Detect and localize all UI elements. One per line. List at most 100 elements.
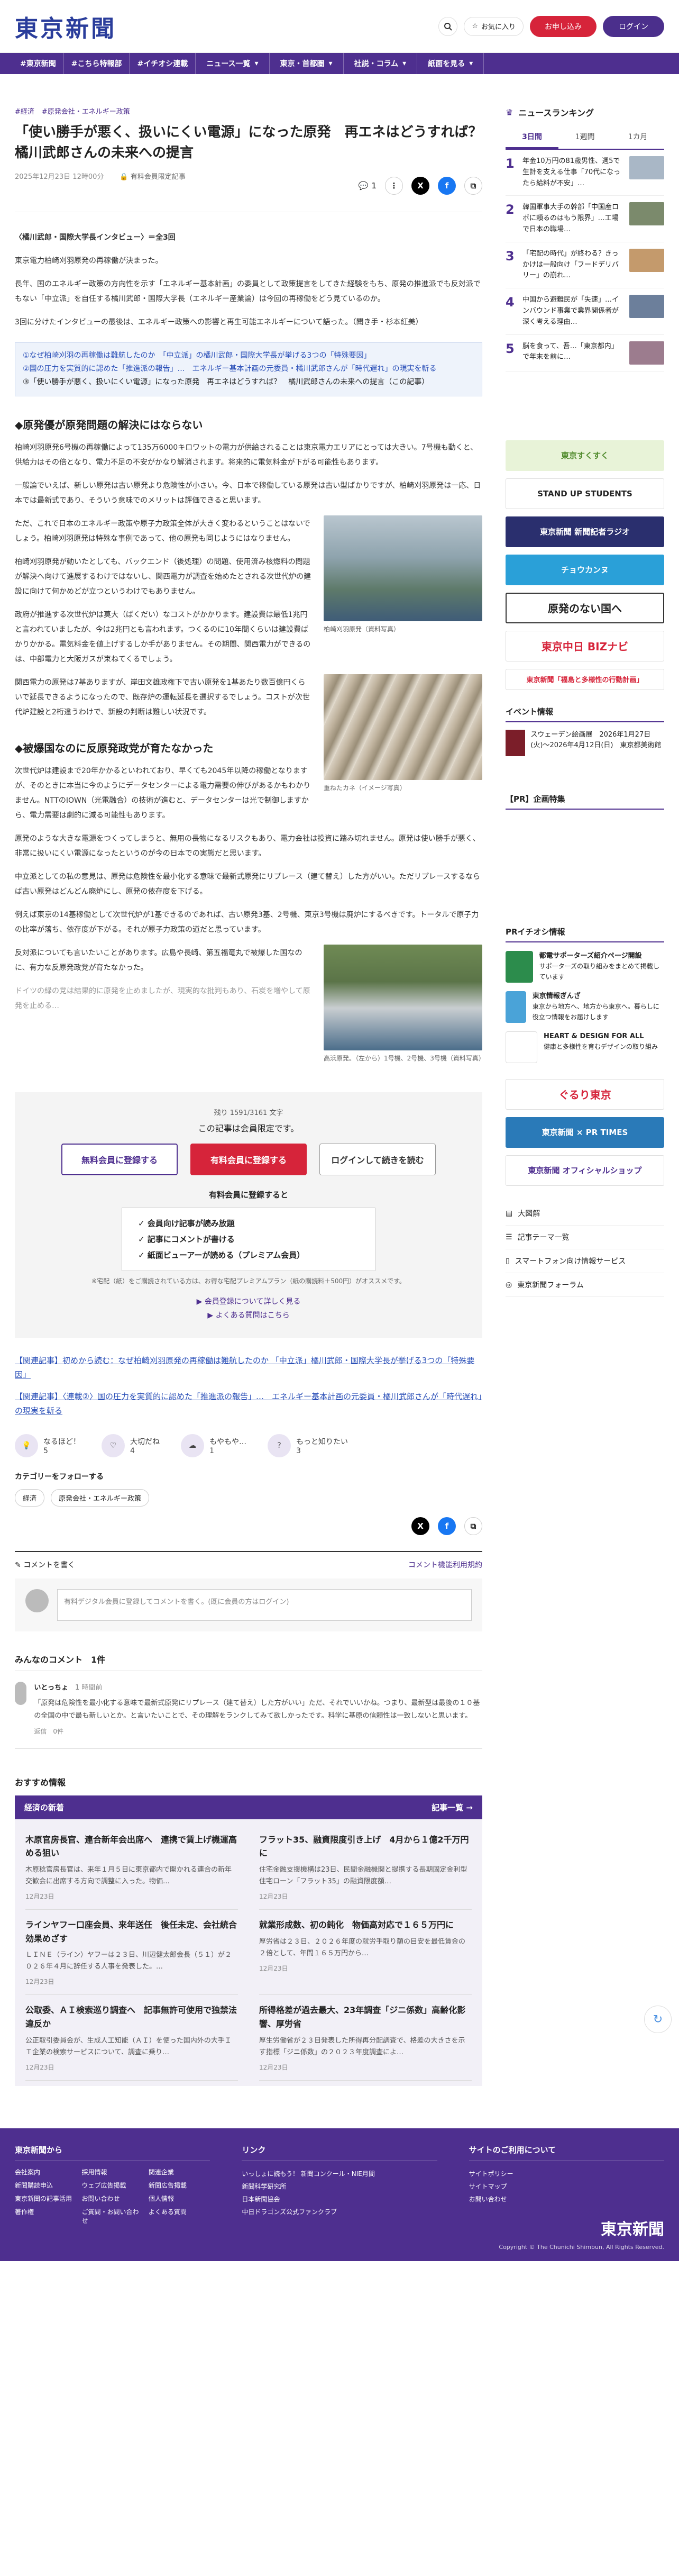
comment-count-button[interactable]: 💬 1 bbox=[359, 181, 377, 191]
series-link-1[interactable]: ①なぜ柏崎刈羽の再稼働は難航したのか 「中立派」の橘川武郎・国際大学長が挙げる3… bbox=[23, 349, 474, 362]
footer-link[interactable]: ウェブ広告掲載 bbox=[81, 2181, 143, 2190]
news-item[interactable]: フラット35、融資限度引き上げ 4月から１億2千万円に 住宅金融支援機構は23日、… bbox=[259, 1825, 472, 1910]
x-share-icon[interactable]: X bbox=[411, 1517, 429, 1535]
footer-link[interactable]: ご質問・お問い合わせ bbox=[81, 2207, 143, 2225]
banner-standup[interactable]: STAND UP STUDENTS bbox=[506, 478, 664, 509]
footer-link[interactable]: よくある質問 bbox=[149, 2207, 210, 2225]
pr-item[interactable]: HEART & DESIGN FOR ALL 健康と多様性を育むデザインの取り組み bbox=[506, 1031, 664, 1063]
banner-gururi[interactable]: ぐるり東京 bbox=[506, 1078, 664, 1110]
news-item[interactable]: ラインヤフー口座会員、来年送任 後任未定、会社統合効果めざす ＬＩＮＥ（ライン）ヤ… bbox=[25, 1910, 238, 1996]
reaction-moyamoya[interactable]: ☁ もやもや… 1 bbox=[181, 1434, 246, 1457]
comment-replies[interactable]: 返信 0件 bbox=[34, 1726, 482, 1738]
copy-link-icon[interactable]: ⧉ bbox=[464, 177, 482, 195]
banner-fukushima[interactable]: 東京新聞「福島と多様性の行動計画」 bbox=[506, 668, 664, 690]
footer-link[interactable]: いっしょに読もう！ 新聞コンクール・NIE月間 bbox=[242, 2167, 437, 2180]
tab-1week[interactable]: 1週間 bbox=[558, 126, 611, 149]
tab-3days[interactable]: 3日間 bbox=[506, 126, 558, 149]
nav-menu-tokyo[interactable]: 東京・首都圏 ▾ bbox=[270, 53, 344, 74]
banner-sukusuku[interactable]: 東京すくすく bbox=[506, 440, 664, 471]
tab-1month[interactable]: 1カ月 bbox=[611, 126, 664, 149]
facebook-share-icon[interactable]: f bbox=[438, 1517, 456, 1535]
news-item[interactable]: 木原官房長官、連合新年会出席へ 連携で賃上げ機運高める狙い 木原稔官房長官は、来年… bbox=[25, 1825, 238, 1910]
footer-link[interactable]: 中日ドラゴンズ公式ファンクラブ bbox=[242, 2206, 437, 2218]
footer-link[interactable]: 会社案内 bbox=[15, 2167, 76, 2176]
reaction-naruhodo[interactable]: 💡 なるほど！ 5 bbox=[15, 1434, 80, 1457]
banner-shop[interactable]: 東京新聞 オフィシャルショップ bbox=[506, 1155, 664, 1186]
footer-link[interactable]: サイトポリシー bbox=[469, 2167, 664, 2180]
side-link[interactable]: ▤ 大図解 bbox=[506, 1202, 664, 1226]
nav-menu-news[interactable]: ニュース一覧 ▾ bbox=[196, 53, 270, 74]
comment-input[interactable]: 有料デジタル会員に登録してコメントを書く。(既に会員の方はログイン) bbox=[57, 1589, 472, 1621]
money-photo[interactable] bbox=[324, 674, 482, 780]
side-link[interactable]: ◎ 東京新聞フォーラム bbox=[506, 1273, 664, 1297]
breadcrumb-tag[interactable]: #原発会社・エネルギー政策 bbox=[42, 106, 130, 116]
pr-item[interactable]: 都電サポーターズ紹介ページ開設 サポーターズの取り組みをまとめて掲載しています bbox=[506, 950, 664, 983]
nav-menu-editorial[interactable]: 社説・コラム ▾ bbox=[344, 53, 418, 74]
footer-link[interactable]: 東京新聞の記事活用 bbox=[15, 2194, 76, 2203]
site-logo[interactable]: 東京新聞 bbox=[15, 10, 116, 43]
register-free-button[interactable]: 無料会員に登録する bbox=[61, 1143, 178, 1175]
login-button[interactable]: ログイン bbox=[603, 15, 664, 37]
top-bar: 東京新聞 ☆ お気に入り お申し込み ログイン bbox=[0, 0, 679, 53]
footer-link[interactable]: お問い合わせ bbox=[469, 2193, 664, 2206]
ranking-item[interactable]: 2 韓国軍事大手の幹部「中国産ロボに頼るのはもう限界」…工場で日本の職場… bbox=[506, 196, 664, 242]
news-item[interactable]: 就業形成数、初の鈍化 物価高対応で１６５万円に 厚労省は２３日、２０２６年度の就労… bbox=[259, 1910, 472, 1996]
nav-tag-tokuho[interactable]: #こちら特報部 bbox=[64, 53, 130, 74]
footer-link[interactable]: 個人情報 bbox=[149, 2194, 210, 2203]
ranking-item[interactable]: 4 中国から避難民が「失速」…インバウンド事業で業界関係者が深く考える理由… bbox=[506, 288, 664, 335]
reaction-motto[interactable]: ? もっと知りたい 3 bbox=[268, 1434, 348, 1457]
footer-link[interactable]: 著作権 bbox=[15, 2207, 76, 2225]
footer-logo[interactable]: 東京新聞 bbox=[469, 2216, 664, 2239]
banner-radio[interactable]: 東京新聞 新聞記者ラジオ bbox=[506, 516, 664, 547]
banner-biz[interactable]: 東京中日 BIZナビ bbox=[506, 630, 664, 661]
footer-col-title: サイトのご利用について bbox=[469, 2144, 664, 2161]
register-paid-button[interactable]: 有料会員に登録する bbox=[190, 1143, 307, 1175]
search-button[interactable] bbox=[438, 16, 458, 36]
nav-menu-paper[interactable]: 紙面を見る ▾ bbox=[417, 53, 484, 74]
related-link-1[interactable]: 【関連記事】初めから読む：なぜ柏崎刈羽原発の再稼働は難航したのか 「中立派」橘川… bbox=[15, 1354, 482, 1382]
facebook-share-icon[interactable]: f bbox=[438, 177, 456, 195]
side-link[interactable]: ☰ 記事テーマ一覧 bbox=[506, 1226, 664, 1249]
economy-more-link[interactable]: 記事一覧 → bbox=[432, 1802, 473, 1813]
footer-link[interactable]: 関連企業 bbox=[149, 2167, 210, 2176]
nav-tag-series[interactable]: #イチオシ連載 bbox=[130, 53, 196, 74]
reaction-taisetsu[interactable]: ♡ 大切だね 4 bbox=[102, 1434, 160, 1457]
ranking-item[interactable]: 3 「宅配の時代」が終わる？きっかけは一般向け「フードデリバリー」の崩れ… bbox=[506, 242, 664, 289]
footer-link[interactable]: 新聞科学研究所 bbox=[242, 2180, 437, 2193]
side-link[interactable]: ▯ スマートフォン向け情報サービス bbox=[506, 1249, 664, 1273]
comment-terms-link[interactable]: コメント機能利用規約 bbox=[408, 1559, 482, 1570]
breadcrumb-tag[interactable]: #経済 bbox=[15, 106, 34, 116]
x-share-icon[interactable]: X bbox=[411, 177, 429, 195]
copy-link-icon[interactable]: ⧉ bbox=[464, 1517, 482, 1535]
commenter-name[interactable]: いとっちょ bbox=[34, 1684, 68, 1692]
footer-link[interactable]: サイトマップ bbox=[469, 2180, 664, 2193]
footer-link[interactable]: お問い合わせ bbox=[81, 2194, 143, 2203]
ranking-item[interactable]: 1 年金10万円の81歳男性、週5で生計を支える仕事「70代になったら給料が不安」… bbox=[506, 150, 664, 196]
event-item[interactable]: スウェーデン絵画展 2026年1月27日(火)〜2026年4月12日(日) 東京… bbox=[506, 729, 664, 756]
more-button[interactable]: ⋮ bbox=[385, 177, 403, 195]
news-item[interactable]: 公取委、ＡＩ検索巡り調査へ 記事無許可使用で独禁法違反か 公正取引委員会が、生成人… bbox=[25, 1995, 238, 2081]
nav-tag-tokyo[interactable]: #東京新聞 bbox=[13, 53, 64, 74]
footer-link[interactable]: 新聞広告掲載 bbox=[149, 2181, 210, 2190]
news-item[interactable]: 所得格差が過去最大、23年調査「ジニ係数」高齢化影響、厚労省 厚生労働省が２３日発… bbox=[259, 1995, 472, 2081]
nuclear-plant-photo[interactable] bbox=[324, 515, 482, 621]
banner-prtimes[interactable]: 東京新聞 × PR TIMES bbox=[506, 1117, 664, 1148]
banner-no-nuclear[interactable]: 原発のない国へ bbox=[506, 592, 664, 623]
favorites-button[interactable]: ☆ お気に入り bbox=[464, 16, 524, 36]
banner-chokanu[interactable]: チョウカンヌ bbox=[506, 554, 664, 585]
category-tag[interactable]: 経済 bbox=[15, 1489, 45, 1507]
footer-link[interactable]: 採用情報 bbox=[81, 2167, 143, 2176]
series-link-2[interactable]: ②国の圧力を実質的に認めた「推進派の報告」… エネルギー基本計画の元委員・橘川武… bbox=[23, 362, 474, 376]
login-continue-button[interactable]: ログインして続きを読む bbox=[319, 1143, 436, 1175]
footer-link[interactable]: 新聞購読申込 bbox=[15, 2181, 76, 2190]
ranking-item[interactable]: 5 脳を食って、吾…「東京都内」で年末を前に… bbox=[506, 335, 664, 371]
recaptcha-badge[interactable]: ↻ bbox=[644, 2006, 672, 2033]
faq-link[interactable]: ▶ よくある質問はこちら bbox=[25, 1309, 472, 1323]
takahama-plant-photo[interactable] bbox=[324, 944, 482, 1050]
subscribe-button[interactable]: お申し込み bbox=[530, 15, 597, 37]
footer-link[interactable]: 日本新聞協会 bbox=[242, 2193, 437, 2206]
related-link-2[interactable]: 【関連記事】〈連載②〉国の圧力を実質的に認めた「推進派の報告」… エネルギー基本… bbox=[15, 1390, 482, 1418]
category-tag[interactable]: 原発会社・エネルギー政策 bbox=[51, 1489, 150, 1507]
pr-item[interactable]: 東京情報ぎんざ 東京から地方へ、地方から東京へ。暮らしに役立つ情報をお届けします bbox=[506, 991, 664, 1023]
membership-info-link[interactable]: ▶ 会員登録について詳しく見る bbox=[25, 1295, 472, 1309]
